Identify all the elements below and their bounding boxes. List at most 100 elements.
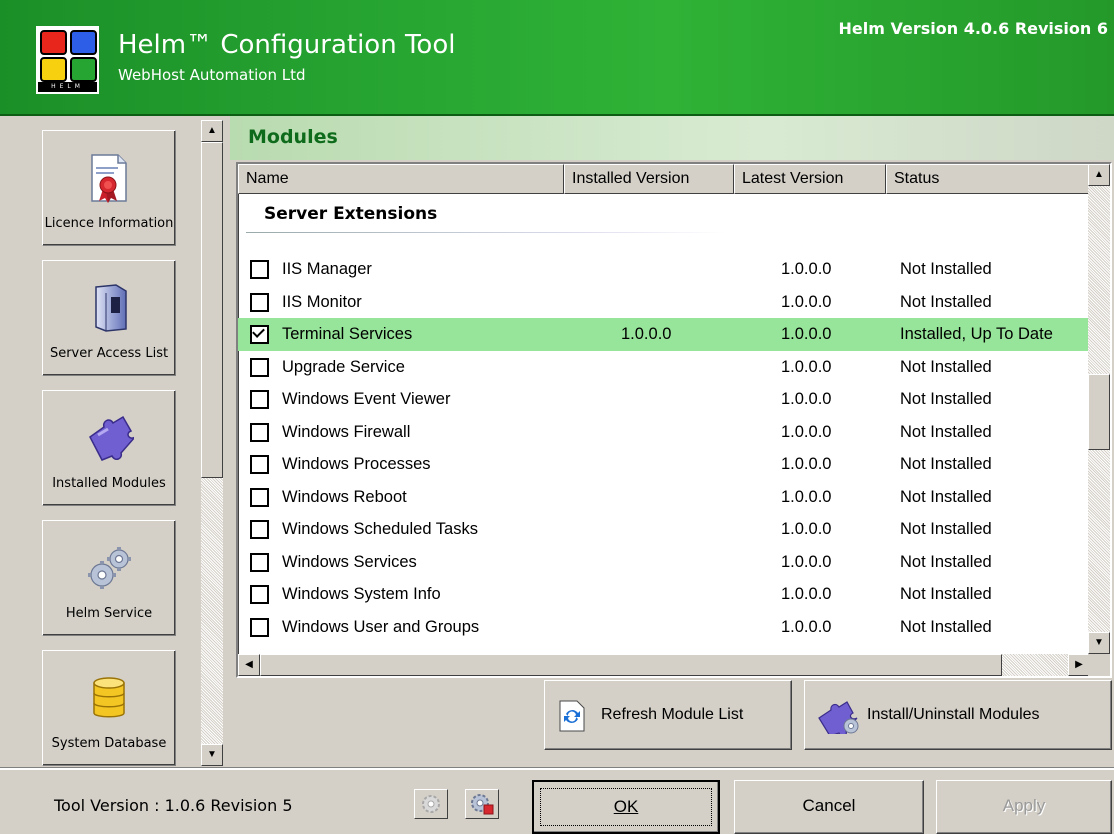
- module-checkbox[interactable]: [250, 325, 269, 344]
- module-status: Not Installed: [900, 617, 992, 636]
- module-name: Windows System Info: [282, 585, 441, 603]
- nav-item-licence-information[interactable]: Licence Information: [42, 130, 176, 246]
- column-header-latest-version[interactable]: Latest Version: [734, 164, 886, 194]
- certificate-icon: [91, 154, 127, 203]
- module-checkbox[interactable]: [250, 520, 269, 539]
- service-restart-button[interactable]: [465, 789, 499, 819]
- ok-label: OK: [613, 797, 639, 816]
- module-latest-version: 1.0.0.0: [781, 390, 832, 408]
- module-row[interactable]: Upgrade Service 1.0.0.0 Not Installed: [238, 351, 1090, 384]
- cancel-button[interactable]: Cancel: [734, 780, 924, 834]
- group-header: Server Extensions: [264, 204, 438, 224]
- helm-logo: HELM: [36, 26, 99, 94]
- module-name: Windows Firewall: [282, 422, 411, 441]
- module-installed-version: 1.0.0.0: [621, 325, 672, 343]
- module-status: Not Installed: [900, 422, 992, 441]
- sidebar-scrollbar[interactable]: ▲ ▼: [201, 120, 223, 766]
- module-checkbox[interactable]: [250, 585, 269, 604]
- module-name: Windows Reboot: [282, 487, 407, 506]
- scroll-down-button[interactable]: ▼: [201, 744, 223, 766]
- module-latest-version: 1.0.0.0: [781, 357, 832, 376]
- module-name: Windows User and Groups: [282, 617, 480, 636]
- module-name: Windows Services: [282, 552, 417, 571]
- refresh-module-list-button[interactable]: Refresh Module List: [544, 680, 792, 750]
- module-row[interactable]: Windows Processes 1.0.0.0 Not Installed: [238, 448, 1090, 481]
- scroll-up-button[interactable]: ▲: [1088, 164, 1110, 186]
- nav-item-system-database[interactable]: System Database: [42, 650, 176, 766]
- sidebar-scroll-thumb[interactable]: [201, 142, 223, 478]
- module-status: Not Installed: [900, 487, 992, 506]
- module-checkbox[interactable]: [250, 292, 269, 312]
- module-latest-version: 1.0.0.0: [781, 585, 832, 603]
- module-row[interactable]: IIS Manager 1.0.0.0 Not Installed: [238, 253, 1090, 286]
- module-status: Not Installed: [900, 390, 992, 408]
- module-row[interactable]: Windows Scheduled Tasks 1.0.0.0 Not Instal…: [238, 513, 1090, 546]
- module-checkbox[interactable]: [250, 552, 269, 572]
- puzzle-piece-icon: [89, 415, 134, 461]
- module-row[interactable]: Windows Event Viewer 1.0.0.0 Not Installed: [238, 383, 1090, 416]
- module-latest-version: 1.0.0.0: [781, 422, 832, 441]
- ok-button[interactable]: OK: [532, 780, 720, 834]
- list-horizontal-scroll-thumb[interactable]: [260, 654, 1002, 676]
- module-name: Windows Processes: [282, 455, 431, 473]
- module-checkbox[interactable]: [250, 390, 269, 409]
- scroll-down-button[interactable]: ▼: [1088, 632, 1110, 654]
- module-status: Not Installed: [900, 520, 992, 538]
- header-banner: HELM Helm™ Configuration Tool WebHost Au…: [0, 0, 1114, 116]
- group-divider: [246, 232, 726, 233]
- nav-item-installed-modules[interactable]: Installed Modules: [42, 390, 176, 506]
- module-name: Upgrade Service: [282, 357, 405, 376]
- module-status: Not Installed: [900, 585, 992, 603]
- list-vertical-scrollbar[interactable]: ▲ ▼: [1088, 164, 1110, 654]
- server-tower-icon: [95, 284, 127, 332]
- module-status: Not Installed: [900, 292, 992, 311]
- database-icon: [93, 677, 125, 718]
- nav-label: System Database: [51, 736, 167, 751]
- module-checkbox[interactable]: [250, 357, 269, 377]
- module-checkbox[interactable]: [250, 260, 269, 279]
- column-header-name[interactable]: Name: [238, 164, 564, 194]
- module-checkbox[interactable]: [250, 487, 269, 507]
- refresh-label: Refresh Module List: [601, 706, 744, 723]
- footer-bar: Tool Version : 1.0.6 Revision 5 OK Cance…: [0, 768, 1114, 834]
- module-status: Not Installed: [900, 357, 992, 376]
- module-row[interactable]: Windows Firewall 1.0.0.0 Not Installed: [238, 416, 1090, 449]
- module-checkbox[interactable]: [250, 422, 269, 442]
- scroll-right-button[interactable]: ▶: [1068, 654, 1090, 676]
- apply-label: Apply: [1002, 796, 1046, 815]
- nav-label: Licence Information: [44, 216, 174, 231]
- install-uninstall-modules-button[interactable]: Install/Uninstall Modules: [804, 680, 1112, 750]
- module-checkbox[interactable]: [250, 617, 269, 637]
- module-row[interactable]: Windows System Info 1.0.0.0 Not Installed: [238, 578, 1090, 611]
- app-subtitle: WebHost Automation Ltd: [118, 66, 306, 84]
- tool-version-text: Tool Version : 1.0.6 Revision 5: [54, 796, 293, 815]
- nav-item-server-access-list[interactable]: Server Access List: [42, 260, 176, 376]
- module-name: IIS Monitor: [282, 292, 362, 311]
- module-status: Not Installed: [900, 455, 992, 473]
- cancel-label: Cancel: [802, 796, 856, 815]
- module-row[interactable]: Terminal Services 1.0.0.0 1.0.0.0 Installed…: [238, 318, 1090, 351]
- list-horizontal-scrollbar[interactable]: ◀ ▶: [238, 654, 1090, 676]
- gears-icon: [88, 547, 131, 589]
- module-name: IIS Manager: [282, 260, 372, 278]
- list-vertical-scroll-thumb[interactable]: [1088, 374, 1110, 450]
- module-latest-version: 1.0.0.0: [781, 552, 832, 571]
- module-latest-version: 1.0.0.0: [781, 487, 832, 506]
- module-latest-version: 1.0.0.0: [781, 520, 832, 538]
- column-header-installed-version[interactable]: Installed Version: [564, 164, 734, 194]
- nav-item-helm-service[interactable]: Helm Service: [42, 520, 176, 636]
- scroll-left-button[interactable]: ◀: [238, 654, 260, 676]
- column-header-status[interactable]: Status: [886, 164, 1090, 194]
- module-row[interactable]: IIS Monitor 1.0.0.0 Not Installed: [238, 286, 1090, 319]
- module-latest-version: 1.0.0.0: [781, 325, 832, 343]
- module-status: Installed, Up To Date: [900, 325, 1053, 343]
- module-row[interactable]: Windows Services 1.0.0.0 Not Installed: [238, 546, 1090, 579]
- apply-button[interactable]: Apply: [936, 780, 1112, 834]
- scroll-up-button[interactable]: ▲: [201, 120, 223, 142]
- nav-label: Helm Service: [65, 606, 153, 621]
- module-row[interactable]: Windows User and Groups 1.0.0.0 Not Instal…: [238, 611, 1090, 644]
- service-stop-button[interactable]: [414, 789, 448, 819]
- module-row[interactable]: Windows Reboot 1.0.0.0 Not Installed: [238, 481, 1090, 514]
- module-latest-version: 1.0.0.0: [781, 292, 832, 311]
- module-checkbox[interactable]: [250, 455, 269, 474]
